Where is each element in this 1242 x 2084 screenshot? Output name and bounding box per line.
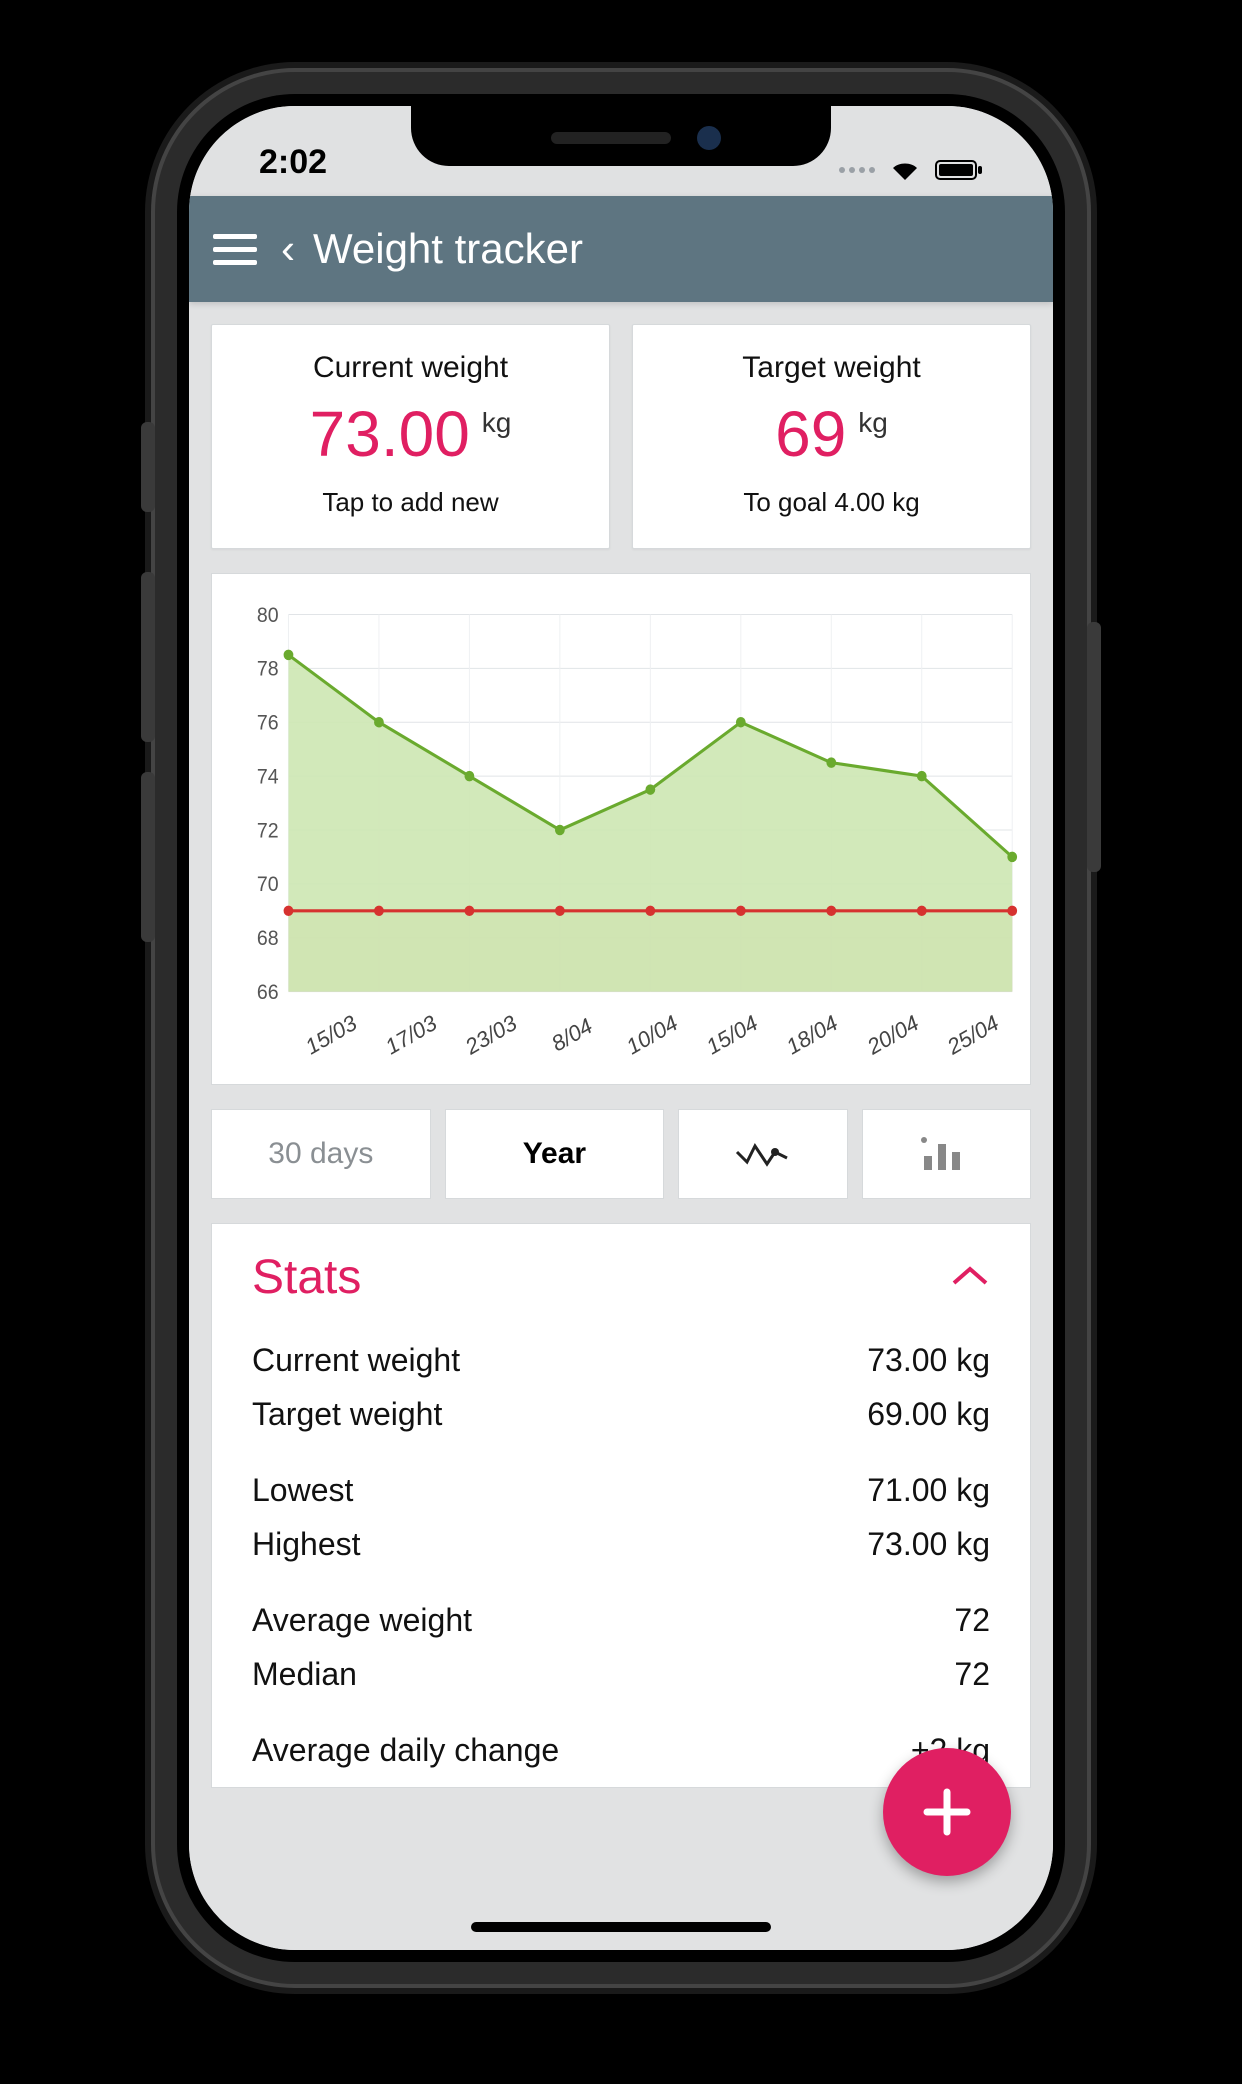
stat-label: Median bbox=[252, 1647, 357, 1701]
svg-text:66: 66 bbox=[257, 981, 279, 1004]
stat-value: 72 bbox=[954, 1593, 990, 1647]
back-button[interactable]: ‹ bbox=[281, 225, 295, 273]
home-indicator[interactable] bbox=[471, 1922, 771, 1932]
range-year[interactable]: Year bbox=[445, 1109, 665, 1199]
stat-value: 72 bbox=[954, 1647, 990, 1701]
svg-text:80: 80 bbox=[257, 604, 279, 627]
stats-header[interactable]: Stats bbox=[252, 1250, 990, 1305]
plus-icon bbox=[915, 1780, 979, 1844]
cellular-icon bbox=[839, 167, 875, 173]
card-value: 73.00 kg bbox=[310, 397, 512, 471]
stat-label: Lowest bbox=[252, 1463, 353, 1517]
svg-text:74: 74 bbox=[257, 766, 279, 789]
value-unit: kg bbox=[858, 407, 888, 439]
current-weight-card[interactable]: Current weight 73.00 kg Tap to add new bbox=[211, 324, 610, 549]
svg-text:70: 70 bbox=[257, 874, 279, 897]
range-30-days[interactable]: 30 days bbox=[211, 1109, 431, 1199]
stat-label: Current weight bbox=[252, 1333, 460, 1387]
card-subtext: To goal 4.00 kg bbox=[651, 487, 1012, 518]
svg-text:76: 76 bbox=[257, 712, 279, 735]
page-title: Weight tracker bbox=[313, 225, 583, 273]
target-weight-card[interactable]: Target weight 69 kg To goal 4.00 kg bbox=[632, 324, 1031, 549]
stat-label: Average daily change bbox=[252, 1723, 559, 1777]
stat-row: Highest 73.00 kg bbox=[252, 1517, 990, 1571]
card-title: Current weight bbox=[230, 351, 591, 385]
status-icons bbox=[839, 158, 983, 182]
stat-label: Highest bbox=[252, 1517, 361, 1571]
svg-text:72: 72 bbox=[257, 820, 279, 843]
chevron-up-icon bbox=[950, 1263, 990, 1292]
mute-switch bbox=[141, 422, 155, 512]
stat-row: Lowest 71.00 kg bbox=[252, 1463, 990, 1517]
value-unit: kg bbox=[482, 407, 512, 439]
value-number: 69 bbox=[775, 397, 846, 471]
battery-icon bbox=[935, 159, 983, 181]
volume-down-button bbox=[141, 772, 155, 942]
stats-panel: Stats Current weight73.00 kgTarget weigh… bbox=[211, 1223, 1031, 1788]
value-number: 73.00 bbox=[310, 397, 470, 471]
wifi-icon bbox=[889, 158, 921, 182]
add-entry-fab[interactable] bbox=[883, 1748, 1011, 1876]
stat-value: 73.00 kg bbox=[867, 1333, 990, 1387]
card-subtext: Tap to add new bbox=[230, 487, 591, 518]
line-chart-mode-icon[interactable] bbox=[678, 1109, 847, 1199]
range-segmented-control: 30 days Year bbox=[211, 1109, 1031, 1199]
svg-text:78: 78 bbox=[257, 658, 279, 681]
content-area: Current weight 73.00 kg Tap to add new T… bbox=[189, 302, 1053, 1950]
stat-value: 73.00 kg bbox=[867, 1517, 990, 1571]
stat-value: 69.00 kg bbox=[867, 1387, 990, 1441]
stat-row: Median 72 bbox=[252, 1647, 990, 1701]
phone-bezel: 2:02 ‹ Weight tracker bbox=[177, 94, 1065, 1962]
card-title: Target weight bbox=[651, 351, 1012, 385]
power-button bbox=[1087, 622, 1101, 872]
summary-cards: Current weight 73.00 kg Tap to add new T… bbox=[211, 324, 1031, 549]
weight-chart-card[interactable]: 6668707274767880 15/0317/0323/038/0410/0… bbox=[211, 573, 1031, 1085]
stat-row: Average daily change+2 kg bbox=[252, 1723, 990, 1777]
card-value: 69 kg bbox=[775, 397, 888, 471]
menu-icon[interactable] bbox=[213, 234, 257, 265]
stat-label: Target weight bbox=[252, 1387, 442, 1441]
volume-up-button bbox=[141, 572, 155, 742]
status-time: 2:02 bbox=[259, 143, 327, 182]
stat-label: Average weight bbox=[252, 1593, 472, 1647]
stat-value: 71.00 kg bbox=[867, 1463, 990, 1517]
stats-title: Stats bbox=[252, 1250, 361, 1305]
notch bbox=[411, 106, 831, 166]
screen: 2:02 ‹ Weight tracker bbox=[189, 106, 1053, 1950]
svg-text:68: 68 bbox=[257, 928, 279, 951]
stat-row: Target weight 69.00 kg bbox=[252, 1387, 990, 1441]
stat-row: Average weight 72 bbox=[252, 1593, 990, 1647]
phone-frame: 2:02 ‹ Weight tracker bbox=[155, 72, 1087, 1984]
bar-chart-mode-icon[interactable] bbox=[862, 1109, 1031, 1199]
app-bar: ‹ Weight tracker bbox=[189, 196, 1053, 302]
stat-row: Current weight 73.00 kg bbox=[252, 1333, 990, 1387]
